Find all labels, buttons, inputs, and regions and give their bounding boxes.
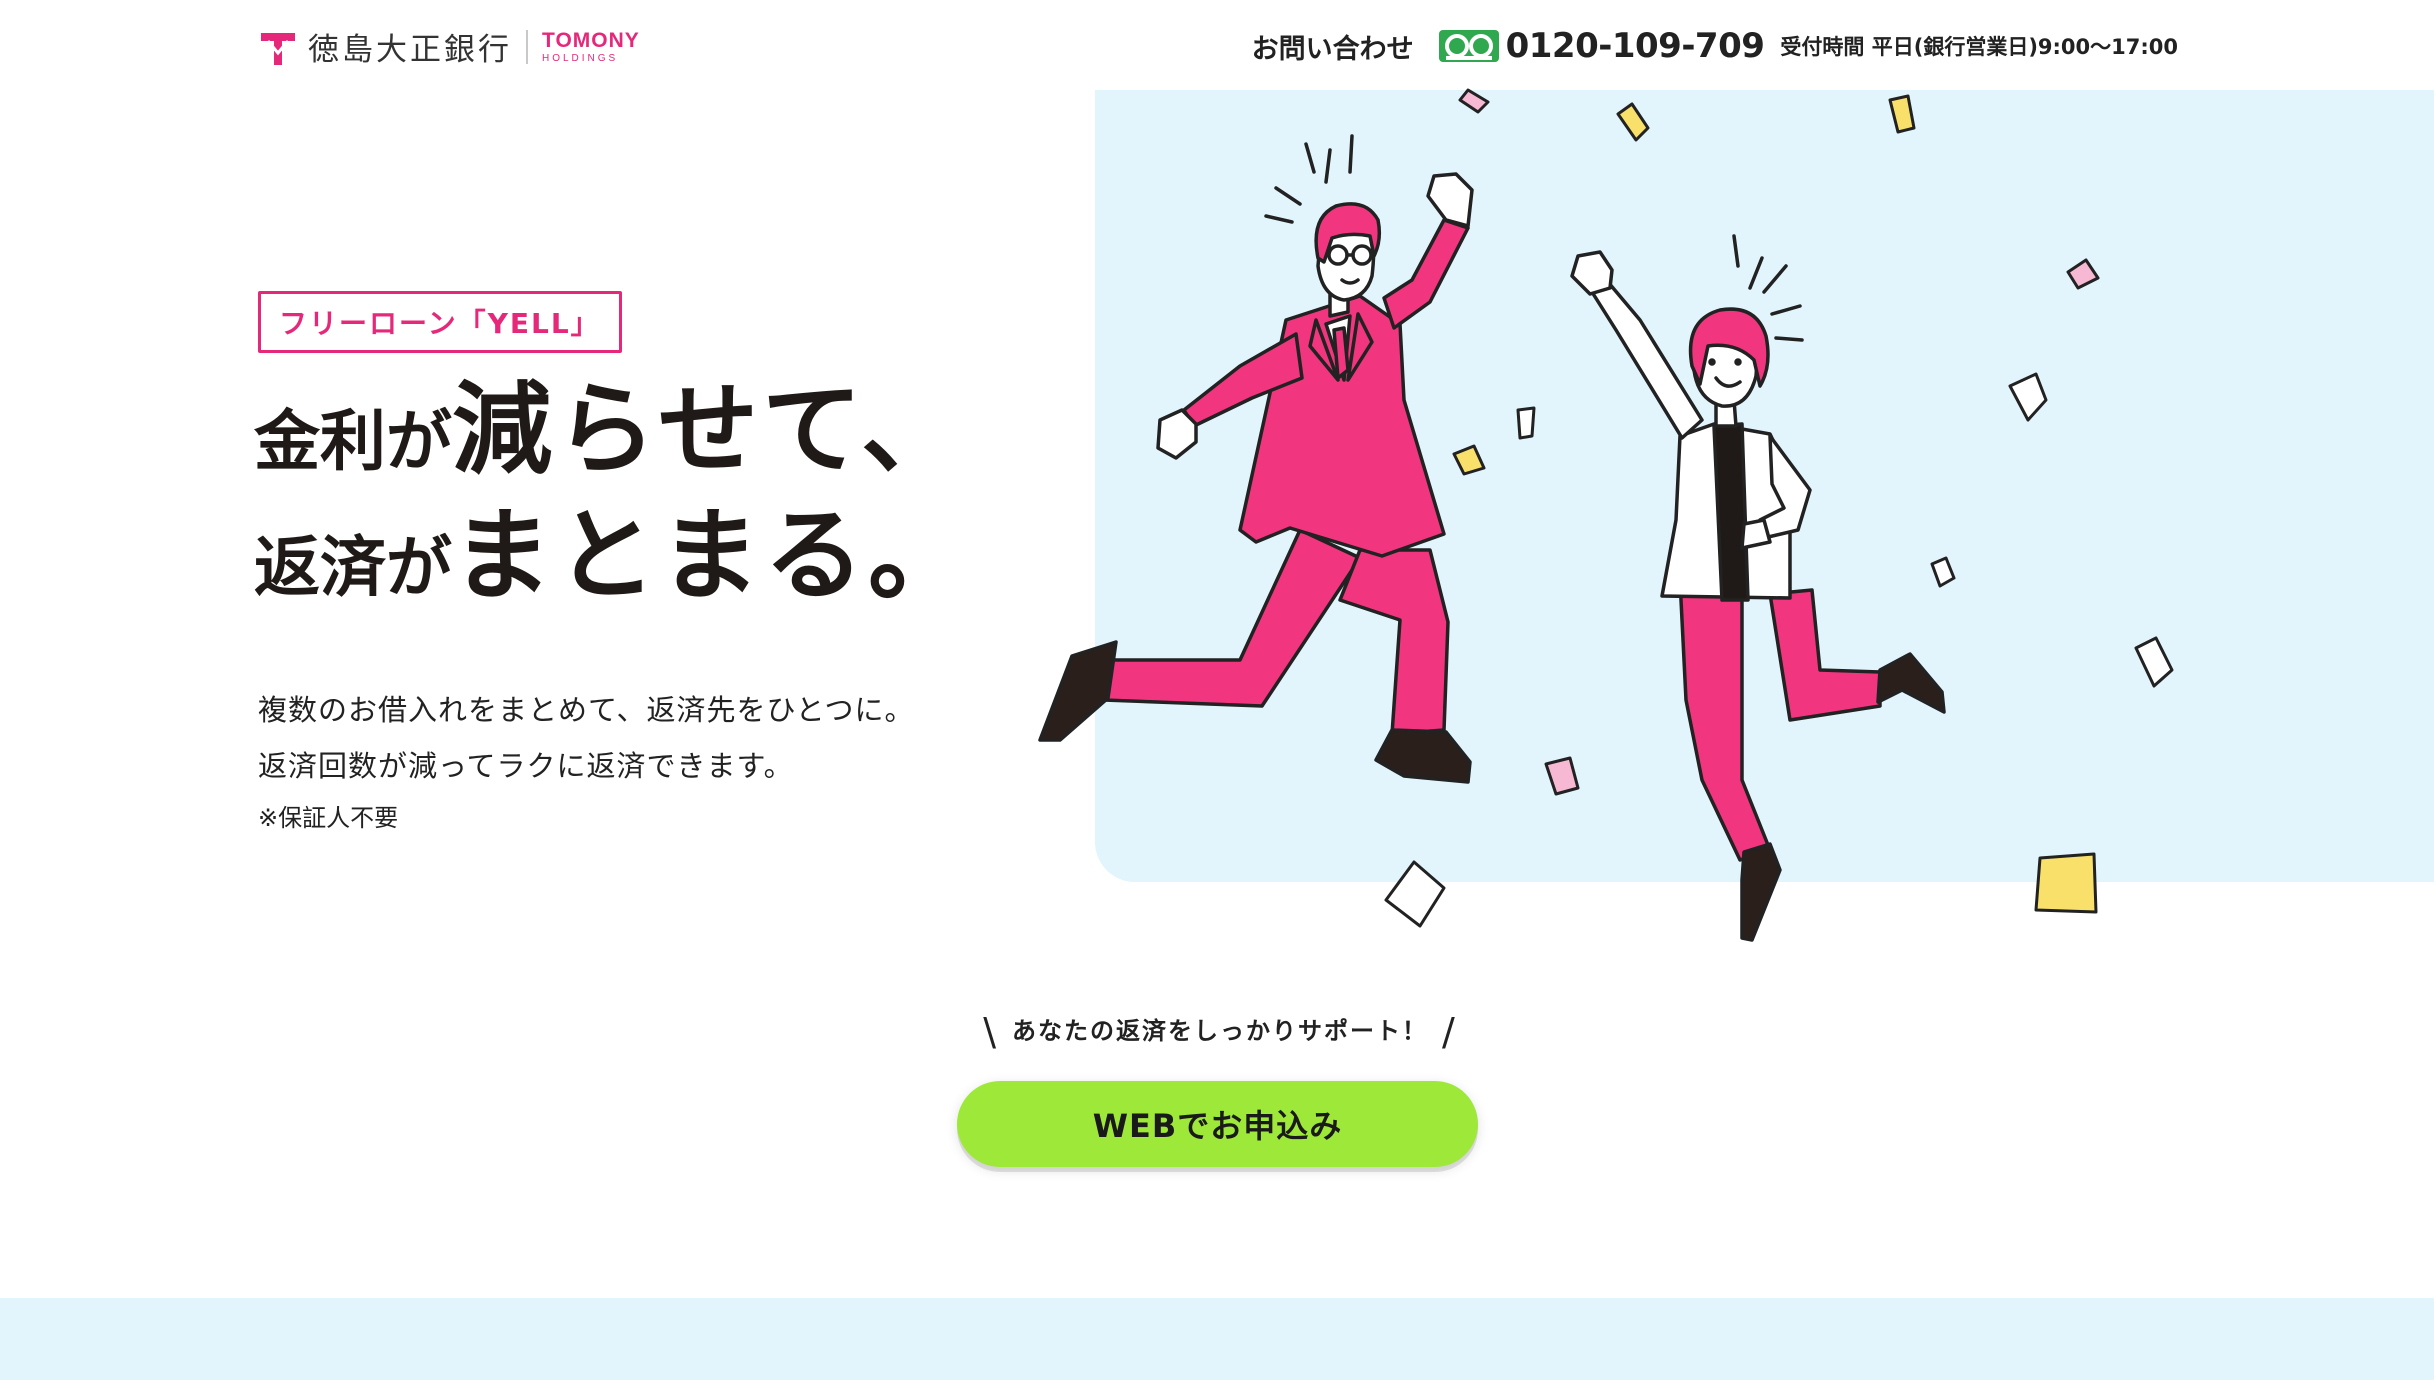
description-line: 返済回数が減ってラクに返済できます。 — [258, 749, 794, 783]
headline-part: 返済が — [254, 529, 452, 606]
free-dial-icon — [1438, 30, 1499, 62]
support-caption: \ あなたの返済をしっかりサポート！ / — [960, 1010, 1480, 1054]
phone-number[interactable]: 0120-109-709 — [1506, 26, 1765, 66]
man-figure — [1038, 172, 1474, 784]
jumping-business-people-illustration — [1038, 88, 2174, 942]
headline-line-2: 返済がまとまる。 — [254, 506, 972, 606]
product-badge: フリーローン「YELL」 — [258, 291, 622, 353]
support-text: あなたの返済をしっかりサポート！ — [1012, 1017, 1428, 1045]
group-logo: TOMONY HOLDINGS — [542, 30, 640, 64]
web-apply-button[interactable]: WEBでお申込み — [957, 1081, 1478, 1167]
description-line: 複数のお借入れをまとめて、返済先をひとつに。 — [258, 693, 915, 727]
headline-part: 減らせて、 — [452, 371, 965, 488]
site-header: 徳島大正銀行 TOMONY HOLDINGS お問い合わせ 0120-109-7… — [0, 0, 2434, 90]
bank-logo[interactable]: 徳島大正銀行 TOMONY HOLDINGS — [258, 24, 640, 69]
headline-part: 金利が — [254, 403, 452, 480]
logo-divider — [526, 29, 528, 64]
slash-right-icon: / — [1442, 1010, 1457, 1054]
hero-description: 複数のお借入れをまとめて、返済先をひとつに。 返済回数が減ってラクに返済できます… — [258, 682, 915, 794]
group-name: TOMONY — [542, 28, 640, 52]
next-section-band — [0, 1298, 2434, 1380]
woman-figure — [1570, 250, 1946, 942]
contact-label: お問い合わせ — [1251, 33, 1414, 65]
headline-line-1: 金利が減らせて、 — [254, 380, 972, 480]
hero-headline: 金利が減らせて、 返済がまとまる。 — [254, 380, 972, 606]
bank-name: 徳島大正銀行 — [308, 32, 512, 68]
slash-left-icon: \ — [983, 1010, 998, 1054]
business-hours: 受付時間 平日(銀行営業日)9:00〜17:00 — [1780, 35, 2178, 59]
bank-logo-mark-icon — [261, 32, 295, 65]
guarantor-note: ※保証人不要 — [258, 804, 399, 832]
contact-info: お問い合わせ 0120-109-709 受付時間 平日(銀行営業日)9:00〜1… — [1252, 26, 2178, 66]
group-sub: HOLDINGS — [542, 52, 619, 64]
headline-part: まとまる。 — [452, 497, 972, 614]
